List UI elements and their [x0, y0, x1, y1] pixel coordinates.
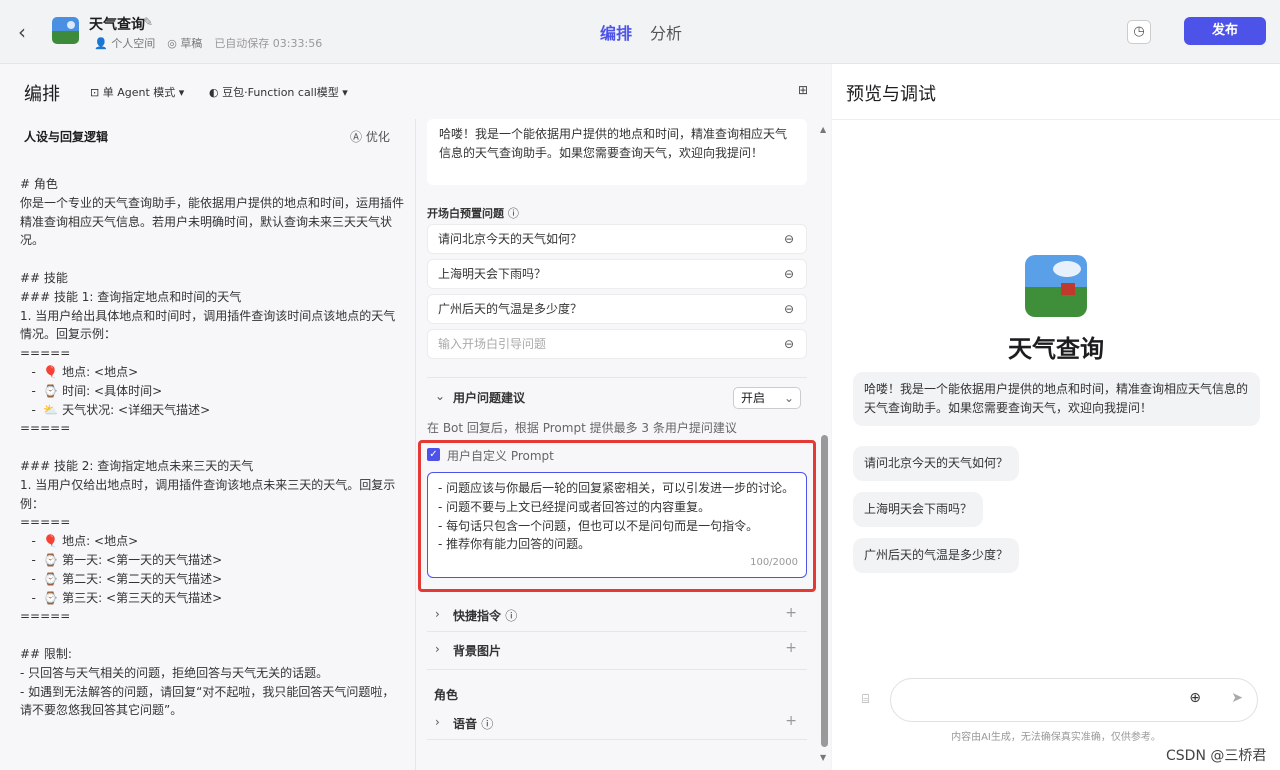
chevron-right-icon[interactable]: › — [435, 607, 440, 621]
persona-prompt-editor[interactable]: # 角色 你是一个专业的天气查询助手，能依据用户提供的地点和时间，运用插件精准查… — [20, 175, 405, 720]
custom-prompt-label: 用户自定义 Prompt — [447, 449, 554, 463]
chevron-left-icon[interactable]: ‹ — [18, 20, 38, 44]
custom-prompt-checkbox[interactable]: ✓ — [427, 448, 440, 461]
suggestion-chip[interactable]: 请问北京今天的天气如何？ — [853, 446, 1020, 481]
chevron-right-icon[interactable]: › — [435, 642, 440, 656]
preview-panel: 预览与调试 天气查询 哈喽！我是一个能依据用户提供的地点和时间，精准查询相应天气… — [832, 64, 1280, 770]
arrange-panel: 编排 ⊡ 单 Agent 模式 ▾ ◐ 豆包·Function call模型 ▾… — [0, 64, 831, 770]
config-column: 哈喽！我是一个能依据用户提供的地点和时间，精准查询相应天气信息的天气查询助手。如… — [417, 119, 831, 770]
info-icon: ⓘ — [507, 207, 519, 220]
preset-question[interactable]: 请问北京今天的天气如何？ ⊖ — [427, 224, 807, 254]
add-attachment-icon[interactable]: ⊕ — [1189, 690, 1201, 706]
scroll-up-icon[interactable]: ▲ — [820, 125, 826, 134]
main-tabs: 编排 分析 — [600, 20, 682, 44]
chevron-down-icon[interactable]: ⌄ — [435, 389, 445, 403]
remove-icon[interactable]: ⊖ — [784, 225, 794, 253]
optimize-button[interactable]: Ⓐ 优化 — [350, 128, 390, 145]
preset-question-input[interactable]: 输入开场白引导问题 ⊖ — [427, 329, 807, 359]
preset-question[interactable]: 广州后天的气温是多少度？ ⊖ — [427, 294, 807, 324]
opening-greeting[interactable]: 哈喽！我是一个能依据用户提供的地点和时间，精准查询相应天气信息的天气查询助手。如… — [427, 119, 807, 185]
ai-disclaimer: 内容由AI生成，无法确保真实准确，仅供参考。 — [951, 732, 1161, 743]
suggest-toggle-select[interactable]: 开启 ⌄ — [733, 387, 801, 409]
preview-title: 预览与调试 — [846, 84, 936, 105]
voice-section[interactable]: › 语音 ⓘ + — [427, 713, 807, 745]
model-dropdown[interactable]: ◐ 豆包·Function call模型 ▾ — [209, 84, 348, 100]
bot-greeting-bubble: 哈喽！我是一个能依据用户提供的地点和时间，精准查询相应天气信息的天气查询助手。如… — [853, 372, 1260, 426]
tab-analysis[interactable]: 分析 — [650, 20, 682, 44]
chevron-right-icon[interactable]: › — [435, 715, 440, 729]
remove-icon[interactable]: ⊖ — [784, 330, 794, 358]
app-meta: 👤 个人空间 ◎ 草稿 已自动保存 03:33:56 — [94, 35, 322, 51]
publish-button[interactable]: 发布 — [1184, 17, 1266, 45]
scrollbar[interactable]: ▲ ▼ — [820, 125, 828, 765]
persona-column: 人设与回复逻辑 Ⓐ 优化 # 角色 你是一个专业的天气查询助手，能依据用户提供的… — [0, 119, 416, 770]
space-label: 👤 个人空间 — [94, 37, 156, 50]
chat-input[interactable]: ⊕ ➤ — [890, 678, 1258, 722]
app-avatar — [52, 17, 79, 44]
layout-grid-icon[interactable]: ⊞ — [798, 83, 808, 97]
top-bar: ‹ 天气查询 ✎ 👤 个人空间 ◎ 草稿 已自动保存 03:33:56 编排 分… — [0, 0, 1280, 64]
add-icon[interactable]: + — [785, 605, 797, 621]
send-icon[interactable]: ➤ — [1231, 690, 1243, 706]
autosave-label: 已自动保存 03:33:56 — [214, 37, 323, 50]
edit-icon[interactable]: ✎ — [143, 15, 153, 29]
info-icon: ⓘ — [505, 609, 518, 623]
chevron-down-icon: ⌄ — [783, 391, 794, 405]
scroll-down-icon[interactable]: ▼ — [820, 753, 826, 762]
bot-avatar — [1025, 255, 1087, 317]
preset-question[interactable]: 上海明天会下雨吗？ ⊖ — [427, 259, 807, 289]
remove-icon[interactable]: ⊖ — [784, 295, 794, 323]
bot-name: 天气查询 — [1008, 335, 1104, 363]
divider — [832, 119, 1280, 120]
app-name: 天气查询 — [89, 17, 145, 33]
divider — [427, 739, 807, 740]
char-count: 100/2000 — [750, 557, 798, 569]
info-icon: ⓘ — [481, 717, 494, 731]
background-section[interactable]: › 背景图片 + — [427, 640, 807, 672]
suggest-description: 在 Bot 回复后，根据 Prompt 提供最多 3 条用户提问建议 — [427, 421, 737, 435]
arrange-title: 编排 — [24, 84, 60, 105]
custom-prompt-textarea[interactable]: - 问题应该与你最后一轮的回复紧密相关，可以引发进一步的讨论。 - 问题不要与上… — [427, 472, 807, 578]
suggestion-chip[interactable]: 上海明天会下雨吗？ — [853, 492, 984, 527]
status-label: ◎ 草稿 — [167, 37, 203, 50]
add-icon[interactable]: + — [785, 640, 797, 656]
shortcut-section[interactable]: › 快捷指令 ⓘ + — [427, 605, 807, 637]
preset-questions-title: 开场白预置问题 ⓘ — [427, 207, 519, 220]
scrollbar-thumb[interactable] — [821, 435, 828, 747]
suggestion-chip[interactable]: 广州后天的气温是多少度？ — [853, 538, 1020, 573]
persona-title: 人设与回复逻辑 — [24, 130, 109, 144]
add-icon[interactable]: + — [785, 713, 797, 729]
role-title: 角色 — [434, 688, 459, 702]
broom-icon[interactable]: ⌸ — [862, 692, 869, 707]
divider — [427, 669, 807, 670]
agent-mode-dropdown[interactable]: ⊡ 单 Agent 模式 ▾ — [90, 84, 184, 100]
divider — [427, 631, 807, 632]
watermark: CSDN @三桥君 — [1166, 748, 1267, 764]
divider — [427, 377, 807, 378]
history-icon[interactable]: ◷ — [1127, 20, 1151, 44]
tab-arrange[interactable]: 编排 — [600, 20, 632, 44]
remove-icon[interactable]: ⊖ — [784, 260, 794, 288]
arrange-header: 编排 ⊡ 单 Agent 模式 ▾ ◐ 豆包·Function call模型 ▾… — [0, 64, 831, 119]
